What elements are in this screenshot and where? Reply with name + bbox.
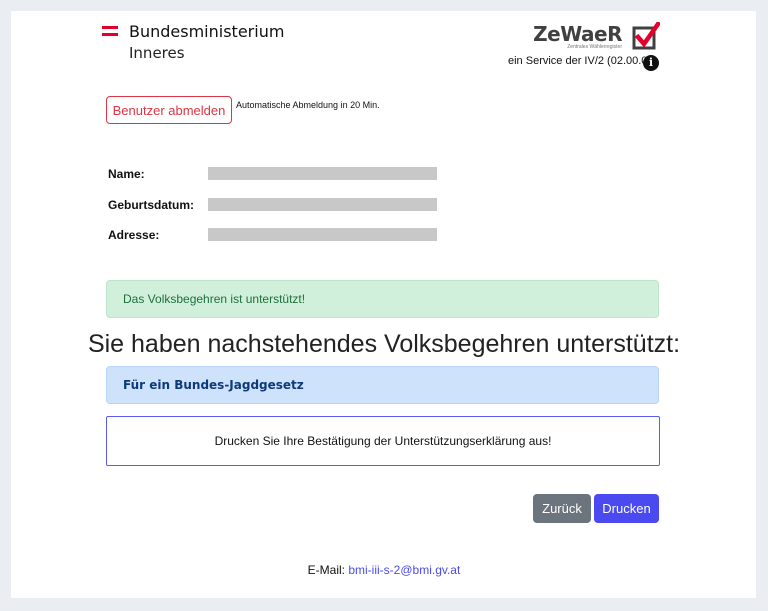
print-button[interactable]: Drucken (594, 494, 659, 523)
service-text: ein Service der IV/2 (02.00.00) (508, 55, 658, 67)
auto-logout-note: Automatische Abmeldung in 20 Min. (236, 100, 380, 110)
austria-flag-icon (102, 26, 118, 36)
ministry-name: Bundesministerium (129, 22, 285, 41)
success-alert: Das Volksbegehren ist unterstützt! (106, 280, 659, 318)
print-instruction-box: Drucken Sie Ihre Bestätigung der Unterst… (106, 416, 660, 466)
zewaer-check-icon (632, 22, 660, 50)
page-headline: Sie haben nachstehendes Volksbegehren un… (87, 330, 681, 358)
info-icon[interactable]: i (643, 55, 659, 71)
address-label: Adresse: (108, 228, 160, 242)
ministry-sub: Inneres (129, 44, 185, 62)
back-button[interactable]: Zurück (533, 494, 591, 523)
footer-contact: E-Mail: bmi-iii-s-2@bmi.gv.at (0, 563, 768, 577)
birthdate-value-redacted (208, 198, 437, 211)
zewaer-tagline: Zentrales Wählerregister (567, 44, 622, 50)
logout-button[interactable]: Benutzer abmelden (106, 96, 232, 124)
footer-email-link[interactable]: bmi-iii-s-2@bmi.gv.at (348, 563, 460, 577)
name-label: Name: (108, 167, 145, 181)
zewaer-logo-text: ZeWaeR (533, 22, 622, 46)
birthdate-label: Geburtsdatum: (108, 198, 195, 212)
address-value-redacted (208, 228, 437, 241)
name-value-redacted (208, 167, 437, 180)
footer-email-label: E-Mail: (307, 563, 345, 577)
initiative-title: Für ein Bundes-Jagdgesetz (106, 366, 659, 404)
